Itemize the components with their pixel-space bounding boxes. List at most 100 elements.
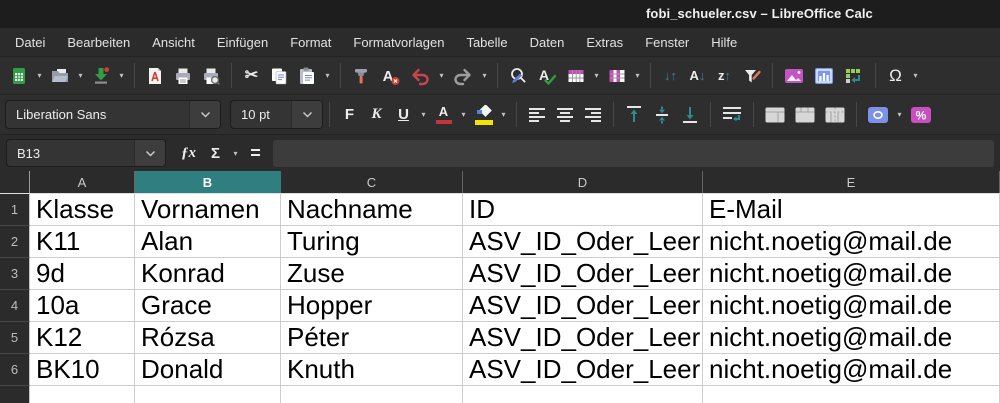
formula-button[interactable]: = [243, 139, 268, 167]
underline-button[interactable]: U [391, 101, 416, 129]
spelling-button[interactable]: A [533, 62, 561, 90]
new-document-dropdown[interactable]: ▾ [33, 62, 46, 90]
merge-cells-button[interactable] [791, 101, 819, 129]
italic-button[interactable]: K [364, 101, 389, 129]
cell-E4[interactable]: nicht.noetig@mail.de [703, 290, 1000, 322]
menu-item-extras[interactable]: Extras [575, 28, 634, 56]
highlight-color-button[interactable] [471, 101, 496, 129]
cell-C1[interactable]: Nachname [281, 194, 463, 226]
redo-dropdown[interactable]: ▾ [478, 62, 491, 90]
select-all-corner[interactable] [0, 171, 30, 193]
formula-input[interactable] [273, 139, 994, 167]
cell-C3[interactable]: Zuse [281, 258, 463, 290]
cell-D3[interactable]: ASV_ID_Oder_Leer [463, 258, 703, 290]
menu-item-datei[interactable]: Datei [4, 28, 56, 56]
cell-B2[interactable]: Alan [135, 226, 281, 258]
font-color-dropdown[interactable]: ▾ [457, 101, 470, 129]
cell-C4[interactable]: Hopper [281, 290, 463, 322]
sort-button[interactable]: ↓↑ [658, 62, 683, 90]
cell-D6[interactable]: ASV_ID_Oder_Leer [463, 354, 703, 386]
columns-dropdown[interactable]: ▾ [631, 62, 644, 90]
column-header-E[interactable]: E [703, 171, 1000, 193]
name-box[interactable]: B13 [6, 139, 166, 167]
row-header-7[interactable] [0, 386, 30, 403]
menu-item-hilfe[interactable]: Hilfe [700, 28, 748, 56]
cell-B7[interactable] [135, 386, 281, 403]
cell-D2[interactable]: ASV_ID_Oder_Leer [463, 226, 703, 258]
font-size-dropdown[interactable] [291, 101, 322, 128]
print-button[interactable] [170, 62, 196, 90]
autofilter-button[interactable] [739, 62, 765, 90]
cell-D7[interactable] [463, 386, 703, 403]
sort-ascending-button[interactable]: A↓ [685, 62, 710, 90]
cell-A5[interactable]: K12 [30, 322, 135, 354]
redo-button[interactable] [449, 62, 477, 90]
row-header-5[interactable]: 5 [0, 322, 30, 354]
save-dropdown[interactable]: ▾ [115, 62, 128, 90]
row-header-6[interactable]: 6 [0, 354, 30, 386]
clone-formatting-button[interactable] [348, 62, 374, 90]
freeze-panes-button[interactable] [840, 62, 868, 90]
cell-A2[interactable]: K11 [30, 226, 135, 258]
font-size-combo[interactable]: 10 pt [230, 100, 323, 129]
menu-item-einfügen[interactable]: Einfügen [206, 28, 279, 56]
cell-D4[interactable]: ASV_ID_Oder_Leer [463, 290, 703, 322]
cell-A4[interactable]: 10a [30, 290, 135, 322]
cell-B5[interactable]: Rózsa [135, 322, 281, 354]
cell-A1[interactable]: Klasse [30, 194, 135, 226]
align-center-button[interactable] [552, 101, 578, 129]
sort-descending-button[interactable]: z↑ [712, 62, 737, 90]
font-name-combo[interactable]: Liberation Sans [5, 100, 221, 129]
undo-button[interactable] [406, 62, 434, 90]
cell-E2[interactable]: nicht.noetig@mail.de [703, 226, 1000, 258]
columns-button[interactable] [604, 62, 630, 90]
print-preview-button[interactable] [198, 62, 224, 90]
menu-item-ansicht[interactable]: Ansicht [141, 28, 206, 56]
cell-C5[interactable]: Péter [281, 322, 463, 354]
cell-E7[interactable] [703, 386, 1000, 403]
underline-dropdown[interactable]: ▾ [417, 101, 430, 129]
merge-center-button[interactable] [761, 101, 789, 129]
rows-dropdown[interactable]: ▾ [590, 62, 603, 90]
open-dropdown[interactable]: ▾ [74, 62, 87, 90]
sum-button[interactable]: Σ [203, 139, 228, 167]
center-vertically-button[interactable] [649, 101, 675, 129]
cell-C6[interactable]: Knuth [281, 354, 463, 386]
column-header-C[interactable]: C [281, 171, 463, 193]
cell-E6[interactable]: nicht.noetig@mail.de [703, 354, 1000, 386]
currency-format-button[interactable] [864, 101, 892, 129]
cell-B6[interactable]: Donald [135, 354, 281, 386]
menu-item-format[interactable]: Format [279, 28, 342, 56]
cell-C2[interactable]: Turing [281, 226, 463, 258]
column-header-D[interactable]: D [463, 171, 703, 193]
row-header-4[interactable]: 4 [0, 290, 30, 322]
cell-D5[interactable]: ASV_ID_Oder_Leer [463, 322, 703, 354]
open-button[interactable] [47, 62, 73, 90]
clear-formatting-button[interactable]: A [376, 62, 404, 90]
cell-D1[interactable]: ID [463, 194, 703, 226]
row-header-3[interactable]: 3 [0, 258, 30, 290]
column-header-B[interactable]: B [135, 171, 281, 193]
cell-B3[interactable]: Konrad [135, 258, 281, 290]
align-left-button[interactable] [524, 101, 550, 129]
cell-B1[interactable]: Vornamen [135, 194, 281, 226]
cell-A3[interactable]: 9d [30, 258, 135, 290]
undo-dropdown[interactable]: ▾ [435, 62, 448, 90]
sum-dropdown[interactable]: ▾ [229, 139, 242, 167]
paste-dropdown[interactable]: ▾ [321, 62, 334, 90]
cell-E5[interactable]: nicht.noetig@mail.de [703, 322, 1000, 354]
currency-format-dropdown[interactable]: ▾ [893, 101, 906, 129]
insert-image-button[interactable] [780, 62, 808, 90]
wrap-text-button[interactable] [718, 101, 746, 129]
percent-format-button[interactable]: % [907, 101, 935, 129]
menu-item-fenster[interactable]: Fenster [634, 28, 700, 56]
cell-A7[interactable] [30, 386, 135, 403]
menu-item-daten[interactable]: Daten [519, 28, 576, 56]
font-color-button[interactable]: A [431, 101, 456, 129]
special-character-dropdown[interactable]: ▾ [909, 62, 922, 90]
align-right-button[interactable] [580, 101, 606, 129]
bold-button[interactable]: F [337, 101, 362, 129]
function-wizard-button[interactable]: ƒx [176, 139, 201, 167]
insert-chart-button[interactable] [810, 62, 838, 90]
row-header-1[interactable]: 1 [0, 194, 30, 226]
